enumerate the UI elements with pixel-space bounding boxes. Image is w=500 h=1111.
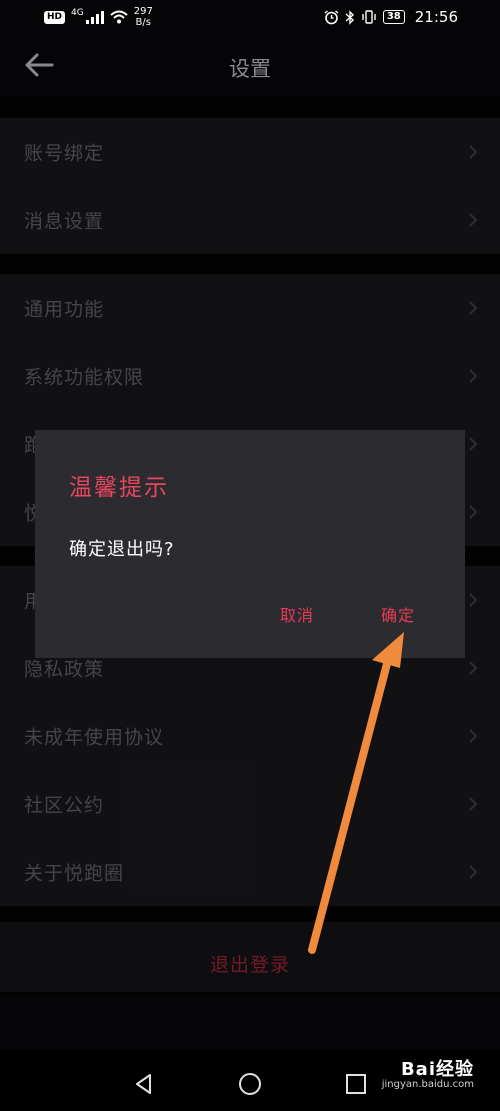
watermark-url: jingyan.baidu.com	[381, 1079, 474, 1090]
status-right: 38 21:56	[324, 8, 458, 26]
page-title: 设置	[229, 57, 271, 81]
alarm-icon	[324, 9, 339, 24]
app-header: 设置	[0, 36, 500, 96]
watermark: Bai经验 jingyan.baidu.com	[382, 1055, 474, 1090]
logout-dialog: 温馨提示 确定退出吗? 取消 确定	[35, 430, 465, 658]
hd-badge: HD	[44, 10, 66, 24]
status-bar: HD 4G 297 B/s 38 21:56	[0, 0, 500, 36]
vibrate-icon	[362, 10, 376, 24]
watermark-logo: Bai经验	[400, 1059, 474, 1080]
network-type: 4G	[71, 8, 84, 18]
speed-value: 297	[133, 6, 153, 17]
dialog-title: 温馨提示	[69, 475, 169, 501]
status-left: HD 4G 297 B/s	[44, 6, 153, 28]
cancel-button[interactable]: 取消	[280, 602, 314, 626]
signal-icon	[85, 10, 104, 24]
bluetooth-icon	[345, 9, 354, 25]
nav-back-icon[interactable]	[132, 1072, 156, 1096]
dialog-message: 确定退出吗?	[69, 539, 175, 560]
status-time: 21:56	[414, 8, 458, 26]
network-speed: 297 B/s	[134, 6, 153, 28]
battery-indicator: 38	[382, 10, 405, 24]
nav-home-icon[interactable]	[238, 1072, 262, 1096]
speed-unit: B/s	[135, 17, 151, 28]
nav-recents-icon[interactable]	[344, 1072, 368, 1096]
confirm-button[interactable]: 确定	[381, 602, 415, 626]
wifi-icon	[110, 10, 128, 24]
